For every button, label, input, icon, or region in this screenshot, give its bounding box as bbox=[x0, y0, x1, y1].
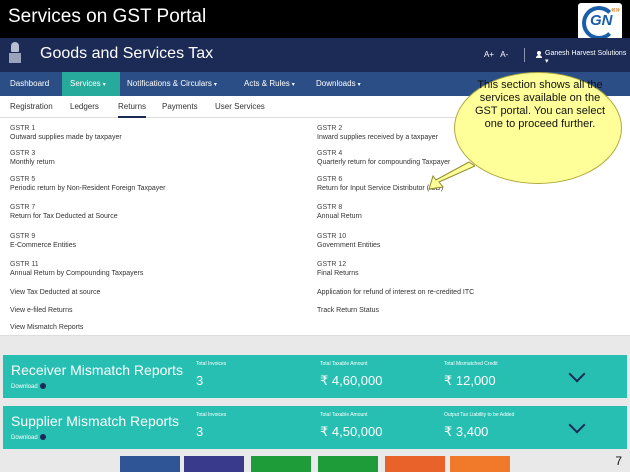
footer-block bbox=[385, 456, 445, 472]
chevron-down-icon: ▾ bbox=[102, 82, 106, 88]
link-track-return-status[interactable]: Track Return Status bbox=[317, 306, 379, 315]
link-refund-interest[interactable]: Application for refund of interest on re… bbox=[317, 288, 474, 297]
chevron-down-icon[interactable] bbox=[568, 416, 586, 434]
font-decrease-button[interactable]: A- bbox=[500, 50, 508, 59]
nav-notifications[interactable]: Notifications & Circulars ▾ bbox=[127, 72, 217, 96]
logo-arrows-icon: «» bbox=[611, 5, 620, 14]
card-title: Receiver Mismatch Reports bbox=[11, 362, 183, 378]
total-taxable-value: ₹ 4,60,000 bbox=[320, 373, 383, 388]
mismatched-credit-value: ₹ 12,000 bbox=[444, 373, 496, 388]
total-invoices-label: Total Invoices bbox=[196, 412, 227, 418]
return-item-gstr3[interactable]: GSTR 3 Monthly return bbox=[10, 149, 55, 167]
return-item-gstr5[interactable]: GSTR 5 Periodic return by Non-Resident Fo… bbox=[10, 175, 166, 193]
footer-block bbox=[450, 456, 510, 472]
callout-text: This section shows all the services avai… bbox=[474, 79, 606, 130]
return-item-gstr2[interactable]: GSTR 2 Inward supplies received by a taxp… bbox=[317, 124, 438, 142]
total-invoices-label: Total Invoices bbox=[196, 361, 227, 367]
font-size-controls: A+ A- bbox=[484, 50, 508, 59]
total-invoices-value: 3 bbox=[196, 373, 204, 388]
total-invoices-value: 3 bbox=[196, 424, 204, 439]
gst-header: Goods and Services Tax A+ A- Ganesh Harv… bbox=[0, 38, 630, 72]
receiver-mismatch-card[interactable]: Receiver Mismatch Reports Download Total… bbox=[3, 355, 627, 398]
nav-services[interactable]: Services ▾ bbox=[62, 72, 120, 96]
tab-payments[interactable]: Payments bbox=[162, 96, 198, 118]
footer-block bbox=[184, 456, 244, 472]
footer-block bbox=[251, 456, 311, 472]
return-item-gstr1[interactable]: GSTR 1 Outward supplies made by taxpayer bbox=[10, 124, 122, 142]
gstn-logo: GN «» bbox=[578, 3, 622, 43]
font-increase-button[interactable]: A+ bbox=[484, 50, 494, 59]
output-tax-liability-label: Output Tax Liability to be Added bbox=[444, 412, 515, 418]
user-menu[interactable]: Ganesh Harvest Solutions ▾ bbox=[545, 50, 630, 65]
download-link[interactable]: Download bbox=[11, 434, 46, 441]
link-view-efiled-returns[interactable]: View e-filed Returns bbox=[10, 306, 73, 315]
callout-arrow-icon bbox=[428, 161, 475, 190]
return-item-gstr12[interactable]: GSTR 12 Final Returns bbox=[317, 260, 359, 278]
logo-text: GN bbox=[590, 12, 613, 29]
slide-title-bar: Services on GST Portal GN «» bbox=[0, 0, 630, 43]
footer-block bbox=[120, 456, 180, 472]
user-icon bbox=[536, 51, 542, 58]
chevron-down-icon[interactable] bbox=[568, 365, 586, 383]
national-emblem-icon bbox=[8, 42, 22, 66]
arrow-right-circle-icon bbox=[39, 383, 46, 389]
nav-downloads[interactable]: Downloads ▾ bbox=[316, 72, 361, 96]
arrow-right-circle-icon bbox=[39, 434, 46, 440]
nav-dashboard[interactable]: Dashboard bbox=[0, 72, 59, 96]
mismatched-credit-label: Total Mismatched Credit bbox=[444, 361, 498, 367]
total-taxable-label: Total Taxable Amount bbox=[320, 361, 368, 367]
card-title: Supplier Mismatch Reports bbox=[11, 413, 180, 429]
link-view-mismatch-reports[interactable]: View Mismatch Reports bbox=[10, 323, 83, 332]
download-link[interactable]: Download bbox=[11, 383, 46, 390]
return-item-gstr9[interactable]: GSTR 9 E-Commerce Entities bbox=[10, 232, 76, 250]
return-item-gstr11[interactable]: GSTR 11 Annual Return by Compounding Taxp… bbox=[10, 260, 143, 278]
chevron-down-icon: ▾ bbox=[291, 82, 295, 88]
nav-acts-rules[interactable]: Acts & Rules ▾ bbox=[244, 72, 295, 96]
tab-ledgers[interactable]: Ledgers bbox=[70, 96, 99, 118]
supplier-mismatch-card[interactable]: Supplier Mismatch Reports Download Total… bbox=[3, 406, 627, 449]
footer-block bbox=[318, 456, 378, 472]
return-item-gstr7[interactable]: GSTR 7 Return for Tax Deducted at Source bbox=[10, 203, 118, 221]
tab-registration[interactable]: Registration bbox=[10, 96, 53, 118]
total-taxable-label: Total Taxable Amount bbox=[320, 412, 368, 418]
header-divider bbox=[524, 48, 525, 62]
link-view-tds[interactable]: View Tax Deducted at source bbox=[10, 288, 100, 297]
slide-page-number: 7 bbox=[615, 454, 622, 468]
return-item-gstr10[interactable]: GSTR 10 Government Entities bbox=[317, 232, 380, 250]
tab-returns[interactable]: Returns bbox=[118, 96, 147, 118]
return-item-gstr8[interactable]: GSTR 8 Annual Return bbox=[317, 203, 362, 221]
total-taxable-value: ₹ 4,50,000 bbox=[320, 424, 383, 439]
tab-user-services[interactable]: User Services bbox=[215, 96, 265, 118]
services-subnav: Registration Ledgers Returns Payments Us… bbox=[0, 96, 470, 118]
chevron-down-icon: ▾ bbox=[213, 82, 217, 88]
chevron-down-icon: ▾ bbox=[357, 82, 361, 88]
output-tax-liability-value: ₹ 3,400 bbox=[444, 424, 489, 439]
slide-title: Services on GST Portal bbox=[8, 6, 207, 27]
site-title: Goods and Services Tax bbox=[40, 45, 214, 62]
